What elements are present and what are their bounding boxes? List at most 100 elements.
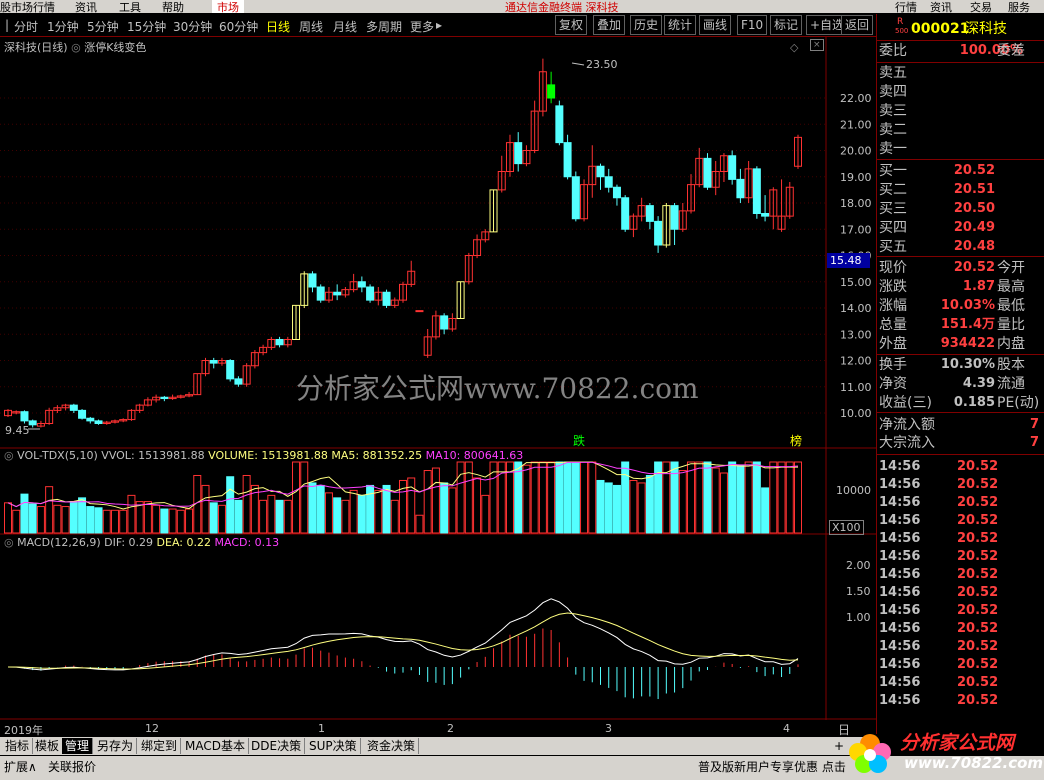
tab-dde[interactable]: DDE决策 xyxy=(248,738,306,754)
bang-marker: 榜 xyxy=(790,434,803,448)
period-daily[interactable]: 日线 xyxy=(266,18,290,35)
volume-bar xyxy=(522,464,531,534)
candle-body xyxy=(547,84,556,99)
tick-row[interactable]: 14:56 20.52 xyxy=(879,476,1043,494)
menu-help[interactable]: 帮助 xyxy=(162,0,184,13)
divider xyxy=(877,62,1044,63)
date-label-1: 1 xyxy=(318,722,325,735)
volume-bar xyxy=(185,508,194,534)
formula-name[interactable]: 涨停K线变色 xyxy=(84,41,146,54)
tick-row[interactable]: 14:56 20.52 xyxy=(879,692,1043,710)
menu-news[interactable]: 资讯 xyxy=(75,0,97,13)
volume-bar xyxy=(736,465,745,534)
price-axis-label: 10.00 xyxy=(840,407,872,420)
tab-macd-basic[interactable]: MACD基本 xyxy=(182,738,249,754)
expand-button[interactable]: 扩展∧ xyxy=(4,758,37,775)
f10-button[interactable]: F10 xyxy=(737,15,768,35)
stock-period-label: 深科技(日线) xyxy=(4,41,68,54)
volume-bar xyxy=(110,509,119,534)
tick-row[interactable]: 14:56 20.52 xyxy=(879,566,1043,584)
menu-tools[interactable]: 工具 xyxy=(119,0,141,13)
tab-fund-decision[interactable]: 资金决策 xyxy=(364,738,420,754)
tick-row[interactable]: 14:56 20.52 xyxy=(879,638,1043,656)
market-button[interactable]: 市场 xyxy=(212,0,244,13)
buy-row-1: 买一 20.52 xyxy=(879,162,1043,180)
tick-row[interactable]: 14:56 20.52 xyxy=(879,458,1043,476)
period-30min[interactable]: 30分钟 xyxy=(173,18,212,35)
close-panel-icon[interactable]: × xyxy=(810,39,824,51)
tab-template[interactable]: 模板 xyxy=(32,738,64,754)
candle-body xyxy=(160,396,169,400)
promo-text[interactable]: 普及版新用户专享优惠 点击 xyxy=(698,758,846,775)
overlay-button[interactable]: 叠加 xyxy=(593,15,626,35)
stat-row-4: 外盘 934422 内盘 xyxy=(879,335,1043,353)
stock-header: R 500 000021 深科技 xyxy=(879,17,1039,38)
tick-price: 20.52 xyxy=(957,495,999,510)
volume-bar xyxy=(489,461,498,534)
candle-body xyxy=(415,310,424,313)
chart-area[interactable]: 22.0021.0020.0019.0018.0017.0016.0015.00… xyxy=(0,37,876,737)
stat-row-0-label: 现价 xyxy=(879,260,907,276)
tick-row[interactable]: 14:56 20.52 xyxy=(879,656,1043,674)
buy-row-4-value: 20.49 xyxy=(953,220,995,235)
nav-quotes-button[interactable]: 行情 xyxy=(895,0,917,13)
tick-row[interactable]: 14:56 20.52 xyxy=(879,512,1043,530)
macd-value: MACD: 0.13 xyxy=(214,536,280,549)
indicator-tabs: 指标 模板 管理 另存为 绑定到 MACD基本 DDE决策 SUP决策 资金决策… xyxy=(0,737,876,755)
tab-manage[interactable]: 管理 xyxy=(62,738,94,754)
period-monthly[interactable]: 月线 xyxy=(333,18,357,35)
period-more[interactable]: 更多 xyxy=(410,18,434,35)
tick-row[interactable]: 14:56 20.52 xyxy=(879,548,1043,566)
vol-indicator-name[interactable]: VOL-TDX(5,10) xyxy=(17,449,98,462)
tab-save-as[interactable]: 另存为 xyxy=(94,738,138,754)
collapse-icon[interactable]: ◇ xyxy=(790,41,798,54)
period-1min[interactable]: 1分钟 xyxy=(47,18,79,35)
buy-row-2-value: 20.51 xyxy=(953,182,995,197)
nav-service-button[interactable]: 服务 xyxy=(1008,0,1030,13)
period-intraday[interactable]: 分时 xyxy=(14,18,38,35)
date-label-3: 3 xyxy=(605,722,612,735)
tick-row[interactable]: 14:56 20.52 xyxy=(879,674,1043,692)
related-quotes-button[interactable]: 关联报价 xyxy=(48,758,96,775)
volume-bar xyxy=(333,497,342,534)
buy-row-3-value: 20.50 xyxy=(953,201,995,216)
candle-body xyxy=(645,205,654,222)
period-weekly[interactable]: 周线 xyxy=(299,18,323,35)
tick-row[interactable]: 14:56 20.52 xyxy=(879,494,1043,512)
back-button[interactable]: 返回 xyxy=(841,15,874,35)
tab-bind-to[interactable]: 绑定到 xyxy=(138,738,182,754)
tab-sup[interactable]: SUP决策 xyxy=(306,738,361,754)
candle-body xyxy=(308,273,317,288)
indicator-icon: ◎ xyxy=(4,449,14,462)
period-multi[interactable]: 多周期 xyxy=(366,18,402,35)
macd-panel-title: ◎ MACD(12,26,9) DIF: 0.29 DEA: 0.22 MACD… xyxy=(4,536,279,549)
candle-body xyxy=(654,220,663,246)
period-5min[interactable]: 5分钟 xyxy=(87,18,119,35)
volume-bar xyxy=(357,494,366,534)
candle-body xyxy=(226,360,235,380)
mark-button[interactable]: 标记 xyxy=(770,15,803,35)
macd-indicator-name[interactable]: MACD(12,26,9) xyxy=(17,536,101,549)
candle-body xyxy=(761,213,770,217)
history-button[interactable]: 历史 xyxy=(630,15,663,35)
market-badge: R xyxy=(897,17,904,27)
tick-row[interactable]: 14:56 20.52 xyxy=(879,602,1043,620)
volume-bar xyxy=(143,501,152,534)
period-60min[interactable]: 60分钟 xyxy=(219,18,258,35)
fuquan-button[interactable]: 复权 xyxy=(555,15,588,35)
nav-news-button[interactable]: 资讯 xyxy=(930,0,952,13)
tab-indicator[interactable]: 指标 xyxy=(2,738,34,754)
menu-market-quotes[interactable]: 股市场行情 xyxy=(0,0,55,13)
stat-row-1-label: 涨跌 xyxy=(879,279,907,295)
tick-row[interactable]: 14:56 20.52 xyxy=(879,584,1043,602)
tick-row[interactable]: 14:56 20.52 xyxy=(879,620,1043,638)
statistics-button[interactable]: 统计 xyxy=(664,15,697,35)
volume-bar xyxy=(300,461,309,534)
nav-trade-button[interactable]: 交易 xyxy=(970,0,992,13)
dea-line xyxy=(7,612,799,670)
buy-row-2: 买二 20.51 xyxy=(879,181,1043,199)
draw-line-button[interactable]: 画线 xyxy=(699,15,732,35)
volume-bar xyxy=(217,504,226,534)
period-15min[interactable]: 15分钟 xyxy=(127,18,166,35)
tick-row[interactable]: 14:56 20.52 xyxy=(879,530,1043,548)
